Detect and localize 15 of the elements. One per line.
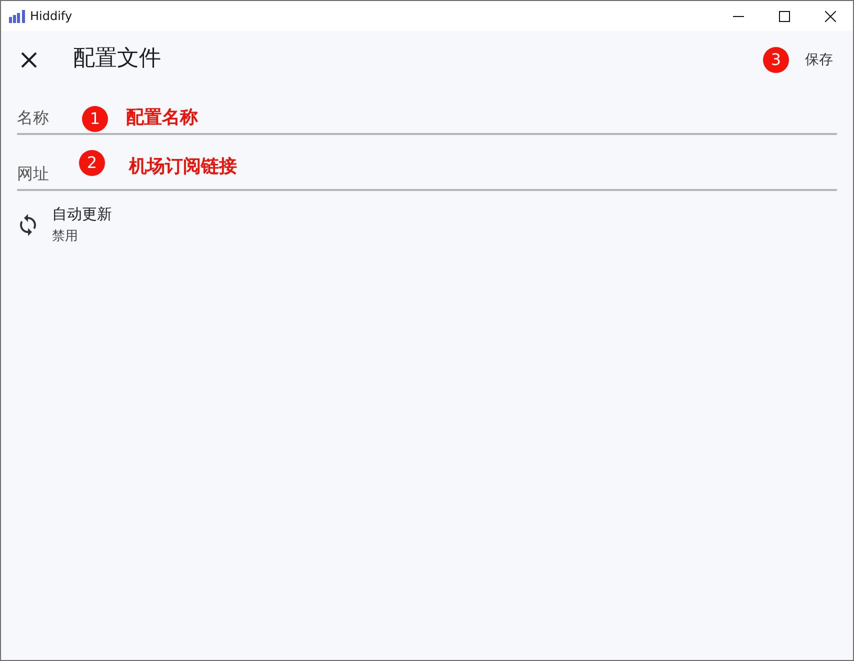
annotation-label: 配置名称: [126, 106, 198, 129]
sync-icon: [20, 214, 36, 236]
setting-value: 禁用: [52, 228, 79, 245]
save-button[interactable]: 保存: [797, 44, 841, 74]
annotation-marker: 1: [82, 106, 108, 132]
page-title: 配置文件: [73, 46, 162, 73]
close-icon: [824, 10, 836, 22]
annotation-marker: 3: [763, 46, 789, 72]
annotation-label: 机场订阅链接: [129, 155, 237, 178]
window-title: Hiddify: [30, 9, 74, 23]
setting-title: 自动更新: [52, 205, 112, 224]
close-icon: [21, 52, 37, 68]
maximize-icon: [778, 10, 790, 22]
annotation-marker: 2: [79, 150, 105, 176]
app-logo-icon: [9, 10, 25, 22]
